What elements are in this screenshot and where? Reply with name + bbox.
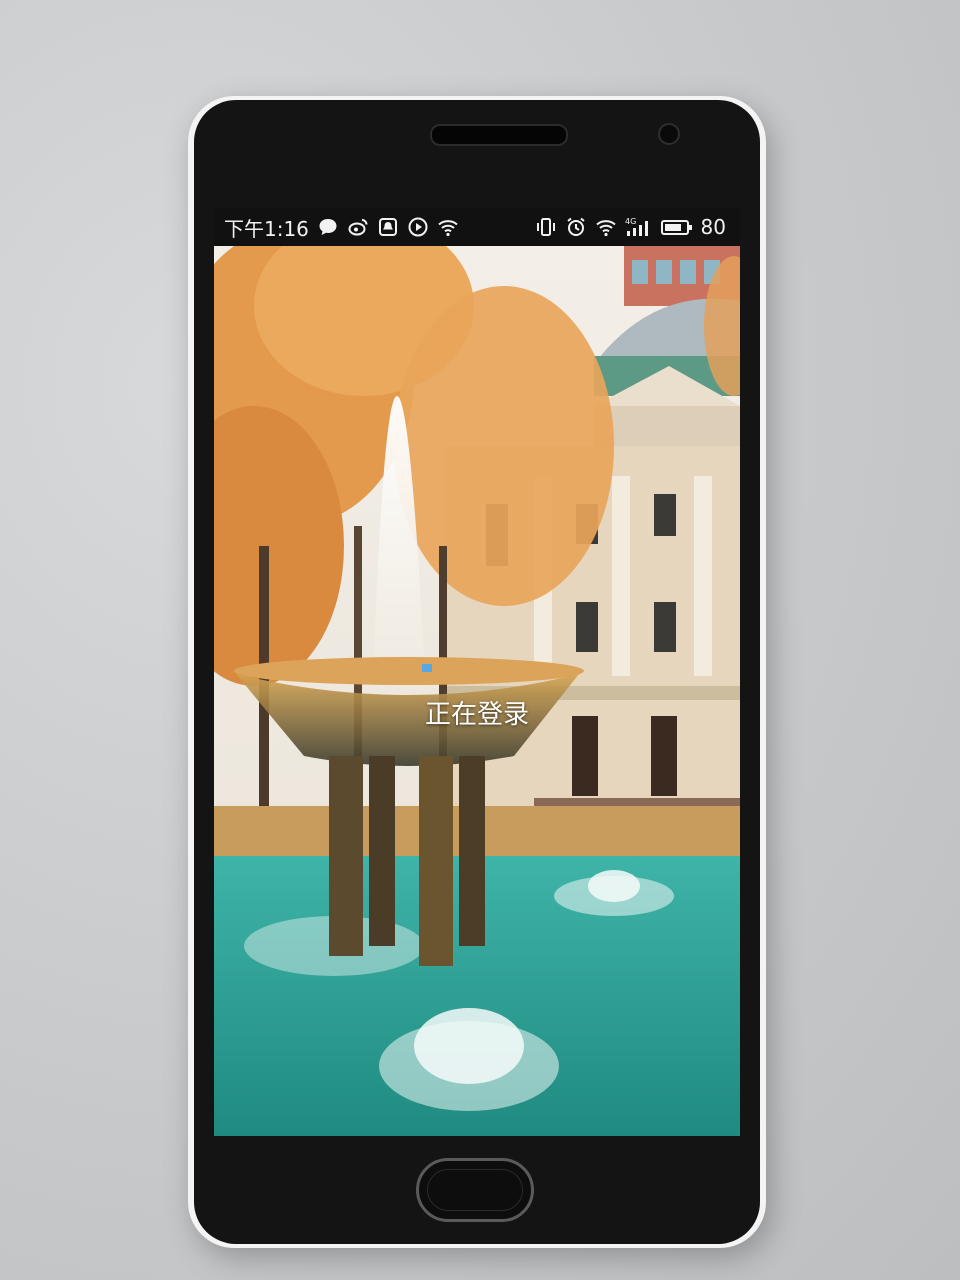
battery-icon — [660, 216, 693, 238]
signal-4g-icon: 4G — [625, 216, 653, 238]
earpiece-speaker — [430, 124, 568, 146]
weibo-icon — [347, 216, 369, 238]
status-time: 下午1:16 — [224, 216, 309, 241]
alarm-icon — [565, 216, 587, 238]
wifi-icon — [595, 216, 617, 238]
qq-icon — [377, 216, 399, 238]
chat-bubble-icon — [317, 216, 339, 238]
status-bar-right: 4G 80 — [535, 215, 740, 239]
fingerprint-sensor — [427, 1169, 523, 1211]
status-bar-left: 下午1:16 — [214, 213, 459, 242]
phone-screen: 下午1:16 4G 80 正在登录 — [214, 208, 740, 1136]
photo-background: 下午1:16 4G 80 正在登录 — [0, 0, 960, 1280]
login-splash-wallpaper — [214, 246, 740, 1136]
battery-percentage: 80 — [700, 215, 726, 239]
vibrate-icon — [535, 216, 557, 238]
front-camera — [658, 123, 680, 145]
status-bar: 下午1:16 4G 80 — [214, 208, 740, 246]
home-button[interactable] — [416, 1158, 534, 1222]
play-icon — [407, 216, 429, 238]
login-status-text: 正在登录 — [424, 700, 529, 730]
network-type-label: 4G — [625, 217, 636, 226]
wifi-icon — [437, 216, 459, 238]
